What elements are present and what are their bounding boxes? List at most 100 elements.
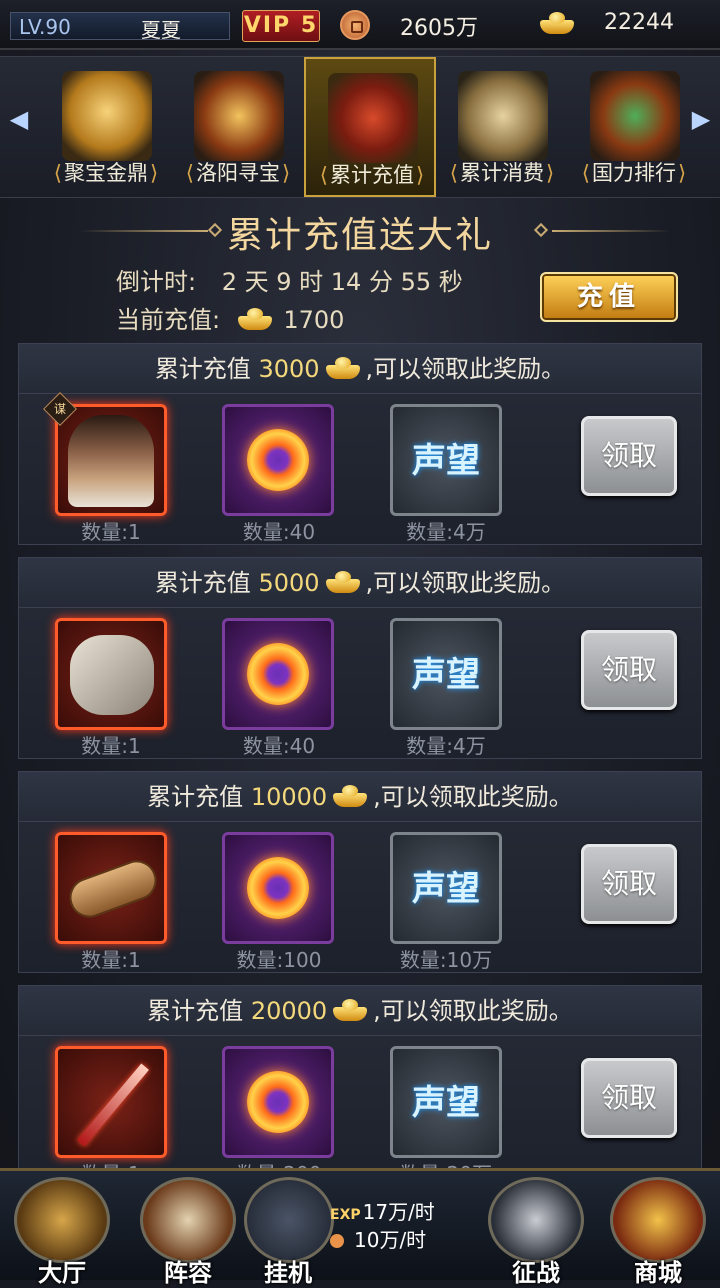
- crossed-swords-emblem-icon: [590, 71, 680, 161]
- item-quantity: 数量:100: [236, 948, 322, 972]
- reward-tier-1: 累计充值 3000 ,可以领取此奖励。 谋 数量:1 数量:40 声望 数量:4万…: [18, 343, 702, 545]
- item-quantity: 数量:40: [242, 734, 316, 758]
- nav-label: 大厅: [38, 1259, 86, 1287]
- condition-suffix: ,可以领取此奖励。: [365, 569, 566, 597]
- reward-condition: 累计充值 3000 ,可以领取此奖励。: [19, 344, 701, 394]
- fire-orb-icon: [247, 1071, 309, 1133]
- money-bag-icon: [458, 71, 548, 161]
- player-info[interactable]: LV.90 夏夏: [10, 12, 230, 42]
- claim-button[interactable]: 领取: [581, 844, 677, 924]
- exp-rate-value: 17万/时: [362, 1200, 435, 1224]
- gold-amount: 22244: [604, 10, 674, 35]
- current-recharge-value: 1700: [283, 306, 345, 334]
- tabs-right-arrow-icon[interactable]: ▶: [690, 105, 712, 133]
- reward-item-weapon[interactable]: [55, 1046, 167, 1158]
- countdown-label: 倒计时:: [116, 268, 197, 296]
- reward-item-orb[interactable]: [222, 404, 334, 516]
- reward-condition: 累计充值 10000 ,可以领取此奖励。: [19, 772, 701, 822]
- condition-amount: 3000: [258, 355, 320, 383]
- claim-button[interactable]: 领取: [581, 1058, 677, 1138]
- nav-label: 挂机: [264, 1259, 312, 1287]
- battle-map-icon: [140, 1177, 236, 1263]
- player-name: 夏夏: [141, 18, 181, 42]
- condition-prefix: 累计充值: [147, 783, 244, 811]
- gold-ingot-icon: [237, 308, 272, 330]
- reward-item-hero[interactable]: 谋: [43, 392, 167, 516]
- prestige-icon: 声望: [412, 655, 480, 695]
- event-tabs: ◀ 聚宝金鼎 洛阳寻宝 累计充值 累计消费 国力排行 ▶: [0, 56, 720, 198]
- reward-item-orb[interactable]: [222, 618, 334, 730]
- war-elephant-icon: [70, 635, 154, 715]
- gold-ingot-icon: [540, 12, 574, 34]
- condition-suffix: ,可以领取此奖励。: [373, 783, 573, 811]
- tab-cumulative-recharge[interactable]: 累计充值: [304, 57, 436, 197]
- reward-condition: 累计充值 20000 ,可以领取此奖励。: [19, 986, 701, 1036]
- condition-suffix: ,可以领取此奖励。: [365, 355, 566, 383]
- current-recharge-label: 当前充值:: [116, 306, 221, 334]
- item-quantity: 数量:1: [81, 520, 141, 544]
- tab-label: 聚宝金鼎: [40, 157, 172, 187]
- recharge-button[interactable]: 充值: [540, 272, 678, 322]
- countdown: 倒计时: 2 天 9 时 14 分 55 秒: [116, 262, 463, 297]
- tabs-left-arrow-icon[interactable]: ◀: [8, 105, 30, 133]
- prestige-icon: 声望: [412, 441, 480, 481]
- condition-prefix: 累计充值: [154, 355, 251, 383]
- tab-label: 累计充值: [306, 159, 438, 189]
- nav-battle[interactable]: 征战: [476, 1177, 596, 1287]
- palace-hall-icon: [14, 1177, 110, 1263]
- exp-label: EXP: [330, 1207, 361, 1223]
- item-quantity: 数量:1: [81, 734, 141, 758]
- item-quantity: 数量:40: [242, 520, 316, 544]
- condition-amount: 5000: [258, 569, 320, 597]
- reward-item-prestige[interactable]: 声望: [390, 618, 502, 730]
- reward-tier-3: 累计充值 10000 ,可以领取此奖励。 数量:1 数量:100 声望 数量:10…: [18, 771, 702, 973]
- nav-label: 征战: [512, 1259, 560, 1287]
- condition-amount: 20000: [250, 997, 328, 1025]
- hero-card-icon: [68, 415, 154, 507]
- reward-item-elephant[interactable]: [55, 618, 167, 730]
- exp-rate: EXP 17万/时: [330, 1196, 435, 1225]
- reward-item-orb[interactable]: [222, 1046, 334, 1158]
- reward-item-prestige[interactable]: 声望: [390, 832, 502, 944]
- reward-item-prestige[interactable]: 声望: [390, 1046, 502, 1158]
- countdown-value: 2 天 9 时 14 分 55 秒: [221, 268, 463, 296]
- prestige-icon: 声望: [412, 869, 480, 909]
- claim-button[interactable]: 领取: [581, 416, 677, 496]
- tab-label: 国力排行: [568, 157, 700, 187]
- title-divider-right: [552, 230, 670, 232]
- claim-button[interactable]: 领取: [581, 630, 677, 710]
- event-title: 累计充值送大礼: [226, 215, 493, 256]
- fire-orb-icon: [247, 643, 309, 705]
- tab-luoyang-treasure[interactable]: 洛阳寻宝: [172, 57, 304, 197]
- tab-label: 累计消费: [436, 157, 568, 187]
- vip-badge[interactable]: VIP 5: [242, 10, 320, 42]
- condition-amount: 10000: [250, 783, 328, 811]
- fire-orb-icon: [247, 857, 309, 919]
- tab-treasure-pot[interactable]: 聚宝金鼎: [40, 57, 172, 197]
- condition-prefix: 累计充值: [147, 997, 244, 1025]
- reward-item-orb[interactable]: [222, 832, 334, 944]
- item-quantity: 数量:10万: [399, 948, 493, 972]
- item-quantity: 数量:1: [81, 948, 141, 972]
- prestige-icon: 声望: [412, 1083, 480, 1123]
- nav-shop[interactable]: 商城: [598, 1177, 718, 1287]
- nav-lineup[interactable]: 阵容: [128, 1177, 248, 1287]
- copper-coin-icon: [330, 1234, 344, 1248]
- coin-rate-value: 10万/时: [354, 1228, 427, 1252]
- condition-prefix: 累计充值: [154, 569, 251, 597]
- nav-hall[interactable]: 大厅: [2, 1177, 122, 1287]
- tab-power-ranking[interactable]: 国力排行: [568, 57, 694, 197]
- item-quantity: 数量:4万: [406, 734, 486, 758]
- bamboo-scroll-icon: [63, 854, 163, 924]
- tab-label: 洛阳寻宝: [172, 157, 304, 187]
- reward-item-scroll[interactable]: [55, 832, 167, 944]
- red-halberd-icon: [77, 1063, 149, 1147]
- nav-idle[interactable]: 挂机: [236, 1177, 340, 1287]
- gold-ingot-icon: [333, 785, 368, 807]
- tab-cumulative-spend[interactable]: 累计消费: [436, 57, 568, 197]
- player-level: LV.90: [19, 15, 71, 39]
- coin-amount: 2605万: [400, 16, 478, 41]
- reward-item-prestige[interactable]: 声望: [390, 404, 502, 516]
- reward-tier-2: 累计充值 5000 ,可以领取此奖励。 数量:1 数量:40 声望 数量:4万 领…: [18, 557, 702, 759]
- top-bar: LV.90 夏夏 VIP 5 2605万 22244: [0, 0, 720, 50]
